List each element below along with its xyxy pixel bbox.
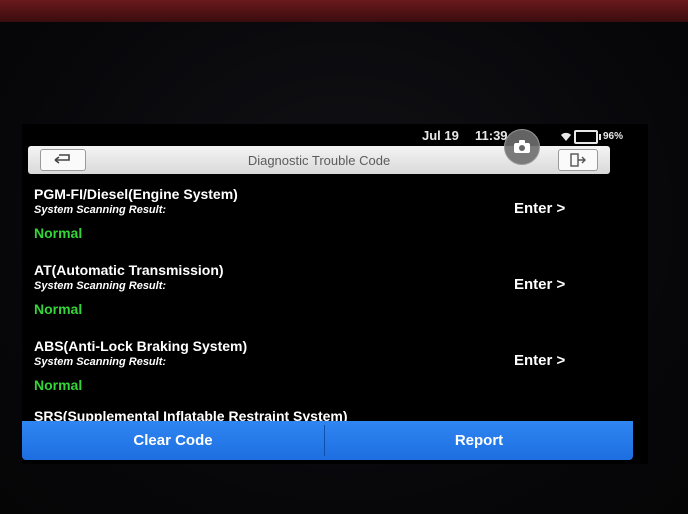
enter-button[interactable]: Enter > (514, 352, 565, 369)
exit-icon (570, 153, 586, 167)
system-item-transmission: AT(Automatic Transmission) System Scanni… (22, 256, 648, 332)
scan-result-status: Normal (34, 377, 83, 393)
system-name: AT(Automatic Transmission) (34, 262, 224, 278)
system-item-abs: ABS(Anti-Lock Braking System) System Sca… (22, 332, 648, 408)
scan-result-label: System Scanning Result: (34, 280, 167, 292)
enter-button[interactable]: Enter > (514, 200, 565, 217)
bottom-action-bar: Clear Code Report (22, 421, 633, 460)
camera-icon (514, 140, 530, 153)
exit-button[interactable] (558, 149, 598, 171)
system-name: ABS(Anti-Lock Braking System) (34, 338, 248, 354)
device-frame-top (0, 0, 688, 22)
tablet-screen: Jul 19 11:39 96% Diagnostic Trouble Code (22, 124, 648, 464)
scan-result-status: Normal (34, 301, 83, 317)
scan-result-status: Normal (34, 225, 83, 241)
status-time: 11:39 (475, 128, 508, 143)
system-list: PGM-FI/Diesel(Engine System) System Scan… (22, 180, 648, 424)
enter-button[interactable]: Enter > (514, 276, 565, 293)
system-item-engine: PGM-FI/Diesel(Engine System) System Scan… (22, 180, 648, 256)
battery-icon (574, 130, 601, 144)
status-bar: Jul 19 11:39 96% (22, 124, 648, 144)
status-date: Jul 19 (422, 128, 459, 143)
scan-result-label: System Scanning Result: (34, 204, 167, 216)
report-button[interactable]: Report (325, 421, 633, 460)
wifi-icon (560, 130, 572, 145)
screenshot-camera-button[interactable] (504, 129, 540, 165)
system-name: PGM-FI/Diesel(Engine System) (34, 186, 238, 202)
battery-percent: 96% (603, 131, 624, 142)
clear-code-button[interactable]: Clear Code (22, 421, 324, 460)
scan-result-label: System Scanning Result: (34, 356, 167, 368)
